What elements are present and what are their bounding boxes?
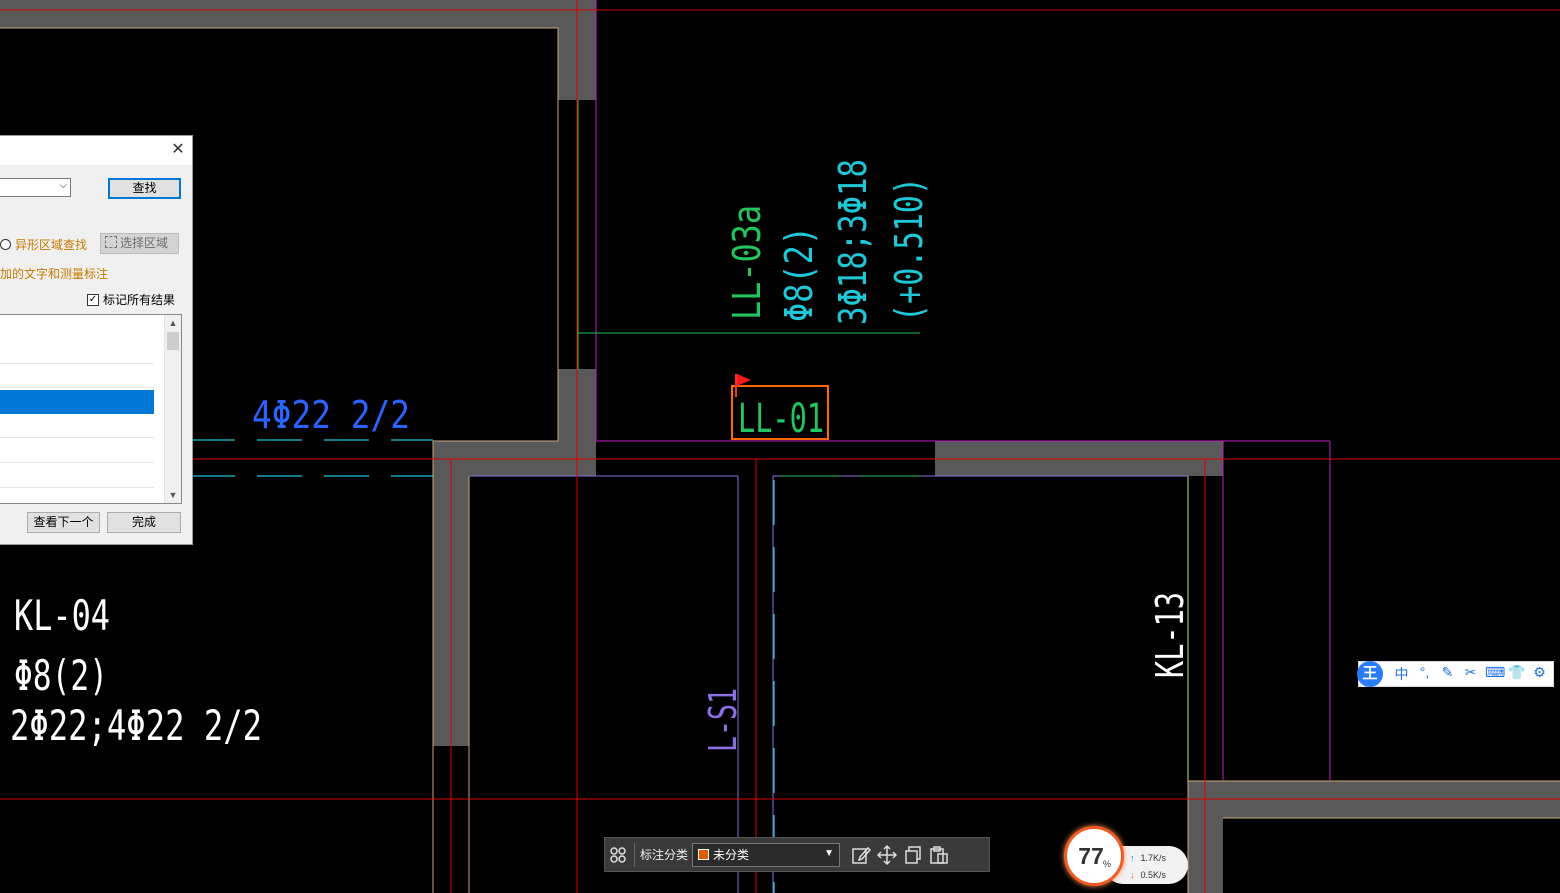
- list-item-selected[interactable]: [0, 390, 154, 414]
- pen-icon[interactable]: ✎: [1439, 664, 1456, 684]
- skin-icon[interactable]: 👕: [1508, 664, 1525, 684]
- memory-gauge[interactable]: 77 %: [1064, 826, 1124, 886]
- search-scope-combobox[interactable]: ⌵: [0, 178, 71, 197]
- scroll-thumb[interactable]: [167, 332, 179, 350]
- label-4phi22: 4Φ22 2/2: [252, 393, 410, 437]
- select-area-label: 选择区域: [120, 236, 169, 250]
- label-ll03a-bars: 3Φ18;3Φ18: [831, 159, 875, 325]
- irregular-area-radio[interactable]: 异形区域查找: [0, 236, 87, 253]
- results-list[interactable]: ▲ ▼: [0, 314, 182, 504]
- toolbar-separator: [634, 842, 635, 867]
- gear-icon[interactable]: ⚙: [1531, 664, 1548, 684]
- category-label: 标注分类: [640, 848, 689, 862]
- label-ls1: L-S1: [701, 688, 745, 752]
- ime-logo[interactable]: 王: [1357, 661, 1383, 687]
- radio-circle: [0, 239, 11, 250]
- label-ll03a: LL-03a: [725, 205, 769, 320]
- list-scrollbar[interactable]: ▲ ▼: [164, 315, 181, 503]
- scissors-icon[interactable]: ✂: [1462, 664, 1479, 684]
- category-select[interactable]: 未分类 ▼: [692, 842, 841, 867]
- hint-text: 加的文字和测量标注: [0, 267, 109, 281]
- list-item[interactable]: [0, 464, 154, 488]
- close-icon[interactable]: ✕: [170, 140, 186, 160]
- category-value: 未分类: [713, 848, 750, 862]
- list-item[interactable]: [0, 439, 154, 463]
- download-value: 0.5K/s: [1140, 870, 1167, 880]
- edit-icon[interactable]: [848, 842, 874, 868]
- annotation-toolbar: 标注分类 未分类 ▼: [604, 837, 990, 872]
- wall-outlines: [0, 0, 1560, 893]
- network-widget[interactable]: 77 % ↑ 1.7K/s ↓ 0.5K/s: [1064, 826, 1188, 886]
- dialog-titlebar: ✕: [0, 136, 192, 165]
- checkmark-icon: ✓: [87, 293, 99, 306]
- keyboard-icon[interactable]: ⌨: [1485, 664, 1505, 684]
- grid-icon[interactable]: [605, 842, 631, 868]
- chinese-mode-toggle[interactable]: 中: [1393, 664, 1410, 684]
- label-kl04-bars: 2Φ22;4Φ22 2/2: [10, 701, 262, 750]
- arrow-down-icon: ↓: [1130, 870, 1135, 880]
- category-color-swatch: [698, 849, 710, 860]
- irregular-area-label: 异形区域查找: [15, 238, 88, 252]
- paste-icon[interactable]: [926, 842, 952, 868]
- cad-canvas[interactable]: LL-03a Φ8(2) 3Φ18;3Φ18 (+0.510) LL-01 4Φ…: [0, 0, 1560, 893]
- cyan-dashed: [190, 439, 775, 893]
- label-ll01: LL-01: [738, 396, 824, 442]
- mark-all-checkbox[interactable]: ✓ 标记所有结果: [87, 291, 175, 308]
- label-kl13: KL-13: [1148, 592, 1192, 678]
- list-item[interactable]: [0, 414, 154, 438]
- beam-outlines: [595, 0, 1331, 781]
- ime-toolbar: 王 中 °, ✎ ✂ ⌨ 👕 ⚙: [1357, 661, 1554, 687]
- done-button[interactable]: 完成: [107, 512, 181, 533]
- list-item[interactable]: [0, 315, 154, 364]
- label-ll03a-stirrup: Φ8(2): [777, 226, 821, 322]
- find-button[interactable]: 查找: [108, 178, 181, 199]
- find-dialog: ✕ ⌵ 查找 异形区域查找 选择区域 加的文字和测量标注 ✓ 标记所有结果 ▲ …: [0, 135, 193, 545]
- select-area-icon: [105, 236, 117, 248]
- chevron-down-icon: ⌵: [59, 180, 67, 191]
- mark-all-label: 标记所有结果: [103, 293, 176, 307]
- list-item[interactable]: [0, 364, 154, 388]
- move-icon[interactable]: [874, 842, 900, 868]
- caret-down-icon: ▼: [824, 847, 835, 859]
- arrow-up-icon: ↑: [1130, 853, 1135, 863]
- next-result-button[interactable]: 查看下一个: [27, 512, 100, 533]
- gauge-unit: %: [1102, 859, 1111, 869]
- download-speed: ↓ 0.5K/s: [1130, 870, 1166, 880]
- select-area-button[interactable]: 选择区域: [100, 233, 179, 254]
- upload-speed: ↑ 1.7K/s: [1130, 853, 1166, 863]
- copy-icon[interactable]: [900, 842, 926, 868]
- axis-lines: [0, 0, 1560, 893]
- scroll-up-icon[interactable]: ▲: [165, 315, 181, 331]
- label-kl04-stirrup: Φ8(2): [14, 651, 108, 700]
- scroll-down-icon[interactable]: ▼: [165, 487, 181, 503]
- punctuation-toggle[interactable]: °,: [1416, 664, 1433, 684]
- label-kl04: KL-04: [14, 591, 110, 640]
- wall-fills: [0, 0, 1560, 893]
- upload-value: 1.7K/s: [1140, 853, 1167, 863]
- label-ll03a-elev: (+0.510): [887, 177, 931, 322]
